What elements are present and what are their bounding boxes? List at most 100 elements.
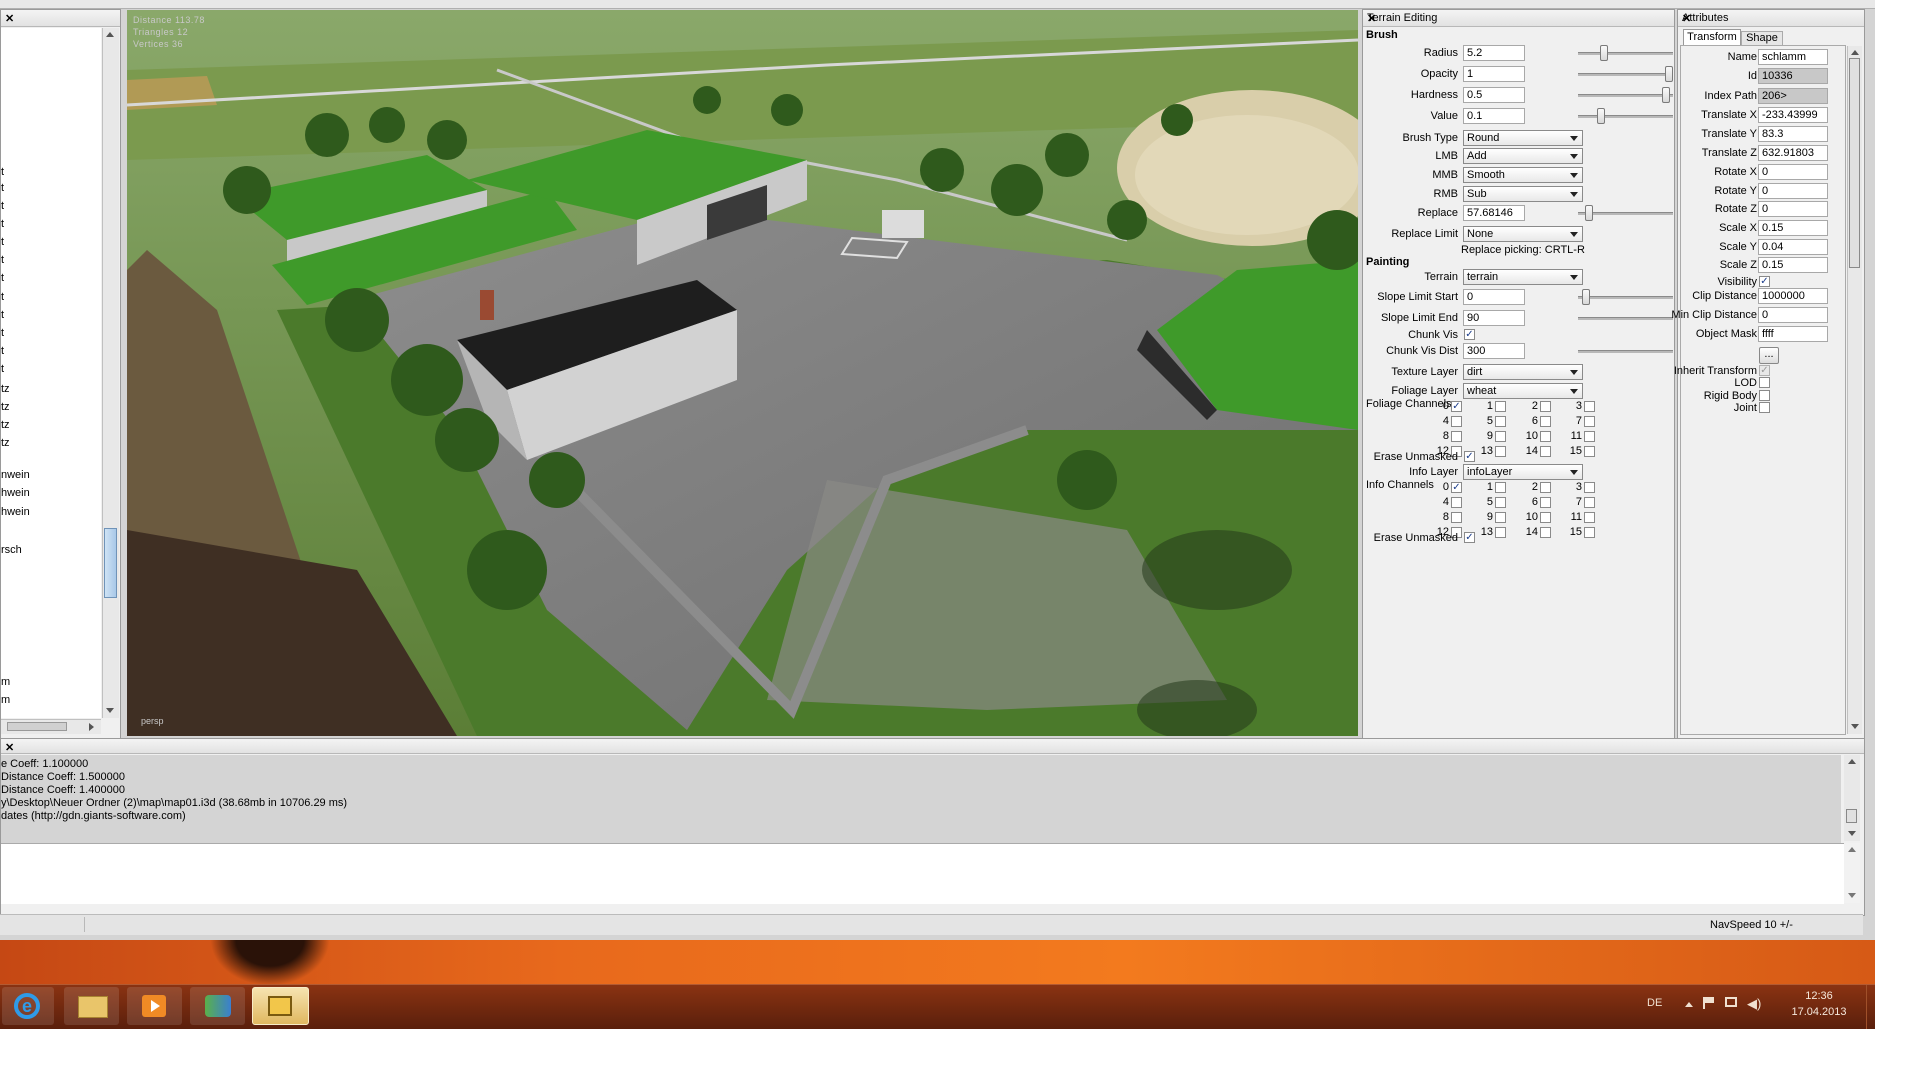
info-channel-checkbox[interactable] (1495, 527, 1506, 538)
scenegraph-scrollbar[interactable] (102, 28, 119, 718)
rigid-body-checkbox[interactable] (1759, 390, 1770, 401)
attributes-scrollbar[interactable] (1847, 46, 1862, 734)
taskbar-button-explorer[interactable] (64, 987, 119, 1025)
name-input[interactable]: schlamm (1758, 49, 1828, 65)
chunk-vis-dist-track[interactable] (1578, 350, 1673, 353)
translate-x-input[interactable]: -233.43999 (1758, 107, 1828, 123)
visibility-checkbox[interactable]: ✓ (1759, 276, 1770, 287)
translate-y-input[interactable]: 83.3 (1758, 126, 1828, 142)
network-tray-icon[interactable] (1725, 997, 1737, 1007)
scale-z-input[interactable]: 0.15 (1758, 257, 1828, 273)
tree-node[interactable]: t (1, 166, 4, 178)
taskbar-button-giants-editor[interactable] (252, 987, 309, 1025)
lmb-dropdown[interactable]: Add (1463, 148, 1583, 164)
rotate-y-input[interactable]: 0 (1758, 183, 1828, 199)
scroll-up-icon[interactable] (1851, 50, 1859, 55)
translate-z-input[interactable]: 632.91803 (1758, 145, 1828, 161)
lod-checkbox[interactable] (1759, 377, 1770, 388)
scroll-right-icon[interactable] (89, 723, 94, 731)
tree-node[interactable]: m (1, 676, 10, 688)
replace-input[interactable]: 57.68146 (1463, 205, 1525, 221)
chunk-vis-checkbox[interactable]: ✓ (1464, 329, 1475, 340)
hardness-input[interactable]: 0.5 (1463, 87, 1525, 103)
script-input[interactable] (1, 843, 1844, 904)
close-icon[interactable]: ✕ (5, 741, 1859, 754)
foliage-layer-dropdown[interactable]: wheat (1463, 383, 1583, 399)
foliage-channel-checkbox[interactable] (1540, 431, 1551, 442)
foliage-channel-checkbox[interactable] (1495, 416, 1506, 427)
info-layer-dropdown[interactable]: infoLayer (1463, 464, 1583, 480)
tree-node[interactable]: t (1, 309, 4, 321)
slope-limit-start-slider-track[interactable] (1578, 296, 1673, 299)
3d-viewport[interactable]: Distance 113.78 Triangles 12 Vertices 36 p… (127, 10, 1358, 736)
scroll-thumb[interactable] (104, 528, 117, 598)
info-channel-checkbox[interactable] (1584, 482, 1595, 493)
min-clip-distance-input[interactable]: 0 (1758, 307, 1828, 323)
foliage-channel-checkbox[interactable] (1451, 416, 1462, 427)
tree-node[interactable]: m (1, 694, 10, 706)
info-channel-checkbox[interactable] (1495, 482, 1506, 493)
close-icon[interactable]: ✕ (5, 12, 114, 25)
console-log-scrollbar[interactable] (1844, 755, 1860, 841)
mmb-dropdown[interactable]: Smooth (1463, 167, 1583, 183)
value-input[interactable]: 0.1 (1463, 108, 1525, 124)
rmb-dropdown[interactable]: Sub (1463, 186, 1583, 202)
tree-node[interactable]: t (1, 291, 4, 303)
script-input-scrollbar[interactable] (1844, 843, 1860, 903)
tree-node[interactable]: t (1, 363, 4, 375)
tree-node[interactable]: t (1, 218, 4, 230)
scroll-down-icon[interactable] (1848, 831, 1856, 836)
foliage-channel-checkbox[interactable]: ✓ (1451, 401, 1462, 412)
foliage-channel-checkbox[interactable] (1584, 416, 1595, 427)
tree-node[interactable]: nwein (1, 469, 30, 481)
radius-slider-thumb[interactable] (1600, 45, 1608, 61)
terrain-dropdown[interactable]: terrain (1463, 269, 1583, 285)
action-center-flag-icon[interactable] (1703, 997, 1715, 1009)
scale-x-input[interactable]: 0.15 (1758, 220, 1828, 236)
taskbar-button-ie[interactable]: e (2, 987, 54, 1025)
tree-node[interactable]: t (1, 327, 4, 339)
erase-unmasked-checkbox[interactable]: ✓ (1464, 451, 1475, 462)
object-mask-input[interactable]: ffff (1758, 326, 1828, 342)
foliage-channel-checkbox[interactable] (1495, 431, 1506, 442)
slope-limit-end-track[interactable] (1578, 317, 1673, 320)
scroll-down-icon[interactable] (1851, 724, 1859, 729)
tree-node[interactable]: tz (1, 383, 10, 395)
scenegraph-list[interactable]: t t t t t t t t t t t t tz tz tz tz nwein hwein hwein rsch m… (1, 28, 101, 718)
info-channel-checkbox[interactable] (1495, 512, 1506, 523)
tree-node[interactable]: t (1, 272, 4, 284)
tree-node[interactable]: t (1, 236, 4, 248)
joint-checkbox[interactable] (1759, 402, 1770, 413)
opacity-slider-thumb[interactable] (1665, 66, 1673, 82)
scroll-thumb[interactable] (1846, 809, 1857, 823)
radius-input[interactable]: 5.2 (1463, 45, 1525, 61)
erase-unmasked-checkbox[interactable]: ✓ (1464, 532, 1475, 543)
scroll-up-icon[interactable] (106, 32, 114, 37)
info-channel-checkbox[interactable] (1495, 497, 1506, 508)
object-mask-edit-button[interactable]: ... (1759, 347, 1779, 364)
tree-node[interactable]: hwein (1, 506, 30, 518)
texture-layer-dropdown[interactable]: dirt (1463, 364, 1583, 380)
tree-node[interactable]: t (1, 345, 4, 357)
toolbar-strip[interactable] (0, 0, 1875, 9)
taskbar-button-network[interactable] (190, 987, 245, 1025)
tree-node[interactable]: rsch (1, 544, 22, 556)
tree-node[interactable]: t (1, 254, 4, 266)
tree-node[interactable]: hwein (1, 487, 30, 499)
info-channel-checkbox[interactable] (1451, 497, 1462, 508)
opacity-input[interactable]: 1 (1463, 66, 1525, 82)
scroll-down-icon[interactable] (1848, 893, 1856, 898)
foliage-channel-checkbox[interactable] (1495, 446, 1506, 457)
clip-distance-input[interactable]: 1000000 (1758, 288, 1828, 304)
value-slider-thumb[interactable] (1597, 108, 1605, 124)
info-channel-checkbox[interactable] (1540, 482, 1551, 493)
slope-limit-end-input[interactable]: 90 (1463, 310, 1525, 326)
value-slider-track[interactable] (1578, 115, 1673, 118)
clock-time[interactable]: 12:36 (1789, 990, 1849, 1002)
brush-type-dropdown[interactable]: Round (1463, 130, 1583, 146)
foliage-channel-checkbox[interactable] (1584, 446, 1595, 457)
language-indicator[interactable]: DE (1647, 997, 1662, 1009)
show-desktop-button[interactable] (1866, 985, 1876, 1029)
tree-node[interactable]: t (1, 200, 4, 212)
show-hidden-icons-icon[interactable] (1685, 1002, 1693, 1007)
